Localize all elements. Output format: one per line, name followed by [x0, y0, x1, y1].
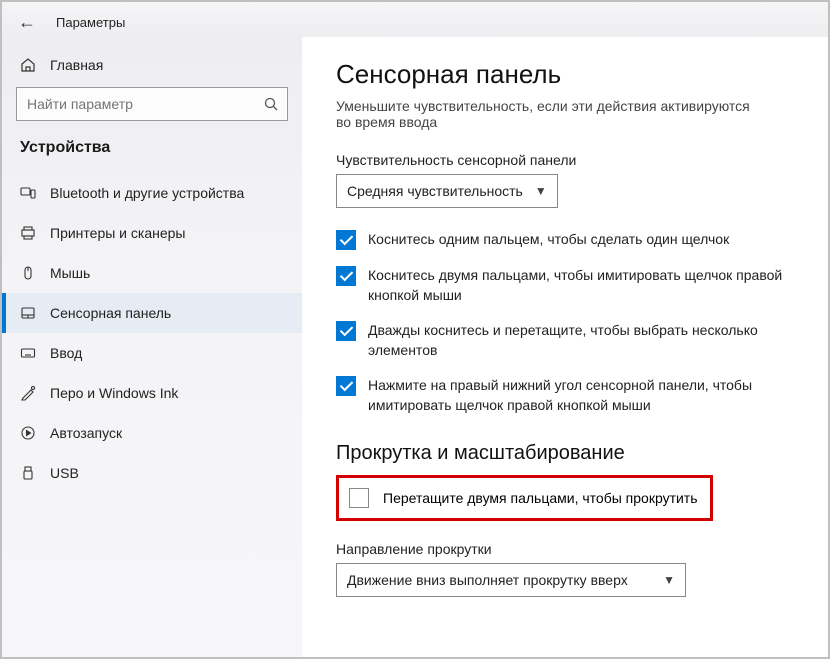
sidebar-item-label: Автозапуск: [50, 425, 122, 441]
printer-icon: [20, 225, 36, 241]
check-press-corner[interactable]: Нажмите на правый нижний угол сенсорной …: [336, 376, 786, 415]
sidebar-item-label: Сенсорная панель: [50, 305, 171, 321]
check-double-tap-drag[interactable]: Дважды коснитесь и перетащите, чтобы выб…: [336, 321, 786, 360]
back-icon[interactable]: ←: [18, 12, 36, 33]
home-label: Главная: [50, 57, 103, 73]
sidebar-item-bluetooth[interactable]: Bluetooth и другие устройства: [2, 173, 302, 213]
sidebar-item-autoplay[interactable]: Автозапуск: [2, 413, 302, 453]
home-link[interactable]: Главная: [2, 49, 302, 87]
chevron-down-icon: ▼: [663, 573, 675, 587]
highlighted-setting: Перетащите двумя пальцами, чтобы прокрут…: [336, 475, 713, 521]
checkbox[interactable]: [336, 321, 356, 341]
sidebar-item-label: Ввод: [50, 345, 82, 361]
usb-icon: [20, 465, 36, 481]
sidebar: Главная Устройства Bluetooth и другие ус…: [2, 37, 302, 657]
direction-label: Направление прокрутки: [336, 541, 804, 557]
mouse-icon: [20, 265, 36, 281]
check-label: Перетащите двумя пальцами, чтобы прокрут…: [383, 490, 698, 506]
check-label: Нажмите на правый нижний угол сенсорной …: [368, 376, 786, 415]
titlebar: ← Параметры: [2, 2, 828, 37]
check-label: Коснитесь двумя пальцами, чтобы имитиров…: [368, 266, 786, 305]
pen-icon: [20, 385, 36, 401]
check-label: Коснитесь одним пальцем, чтобы сделать о…: [368, 230, 729, 250]
touchpad-icon: [20, 305, 36, 321]
search-field[interactable]: [27, 96, 263, 112]
direction-value: Движение вниз выполняет прокрутку вверх: [347, 572, 628, 588]
sidebar-section-title: Устройства: [2, 139, 302, 167]
content: Сенсорная панель Уменьшите чувствительно…: [302, 37, 828, 657]
checkbox[interactable]: [336, 266, 356, 286]
autoplay-icon: [20, 425, 36, 441]
sidebar-item-mouse[interactable]: Мышь: [2, 253, 302, 293]
sidebar-item-usb[interactable]: USB: [2, 453, 302, 493]
sidebar-item-printers[interactable]: Принтеры и сканеры: [2, 213, 302, 253]
chevron-down-icon: ▼: [535, 184, 547, 198]
page-description: Уменьшите чувствительность, если эти дей…: [336, 98, 766, 130]
checkbox[interactable]: [336, 376, 356, 396]
home-icon: [20, 57, 36, 73]
sensitivity-dropdown[interactable]: Средняя чувствительность ▼: [336, 174, 558, 208]
sidebar-item-label: Мышь: [50, 265, 90, 281]
sensitivity-value: Средняя чувствительность: [347, 183, 523, 199]
sidebar-item-label: USB: [50, 465, 79, 481]
checkbox[interactable]: [336, 230, 356, 250]
window-title: Параметры: [56, 15, 125, 30]
search-input[interactable]: [16, 87, 288, 121]
sidebar-item-label: Принтеры и сканеры: [50, 225, 185, 241]
sensitivity-label: Чувствительность сенсорной панели: [336, 152, 804, 168]
devices-icon: [20, 185, 36, 201]
sidebar-item-pen[interactable]: Перо и Windows Ink: [2, 373, 302, 413]
check-tap-single[interactable]: Коснитесь одним пальцем, чтобы сделать о…: [336, 230, 786, 250]
sidebar-nav: Bluetooth и другие устройства Принтеры и…: [2, 173, 302, 493]
direction-dropdown[interactable]: Движение вниз выполняет прокрутку вверх …: [336, 563, 686, 597]
search-icon: [263, 96, 279, 112]
scroll-zoom-heading: Прокрутка и масштабирование: [336, 442, 804, 465]
sidebar-item-label: Bluetooth и другие устройства: [50, 185, 244, 201]
sidebar-item-label: Перо и Windows Ink: [50, 385, 178, 401]
sidebar-item-touchpad[interactable]: Сенсорная панель: [2, 293, 302, 333]
page-title: Сенсорная панель: [336, 59, 804, 90]
check-tap-two[interactable]: Коснитесь двумя пальцами, чтобы имитиров…: [336, 266, 786, 305]
keyboard-icon: [20, 345, 36, 361]
check-label: Дважды коснитесь и перетащите, чтобы выб…: [368, 321, 786, 360]
checkbox[interactable]: [349, 488, 369, 508]
sidebar-item-typing[interactable]: Ввод: [2, 333, 302, 373]
